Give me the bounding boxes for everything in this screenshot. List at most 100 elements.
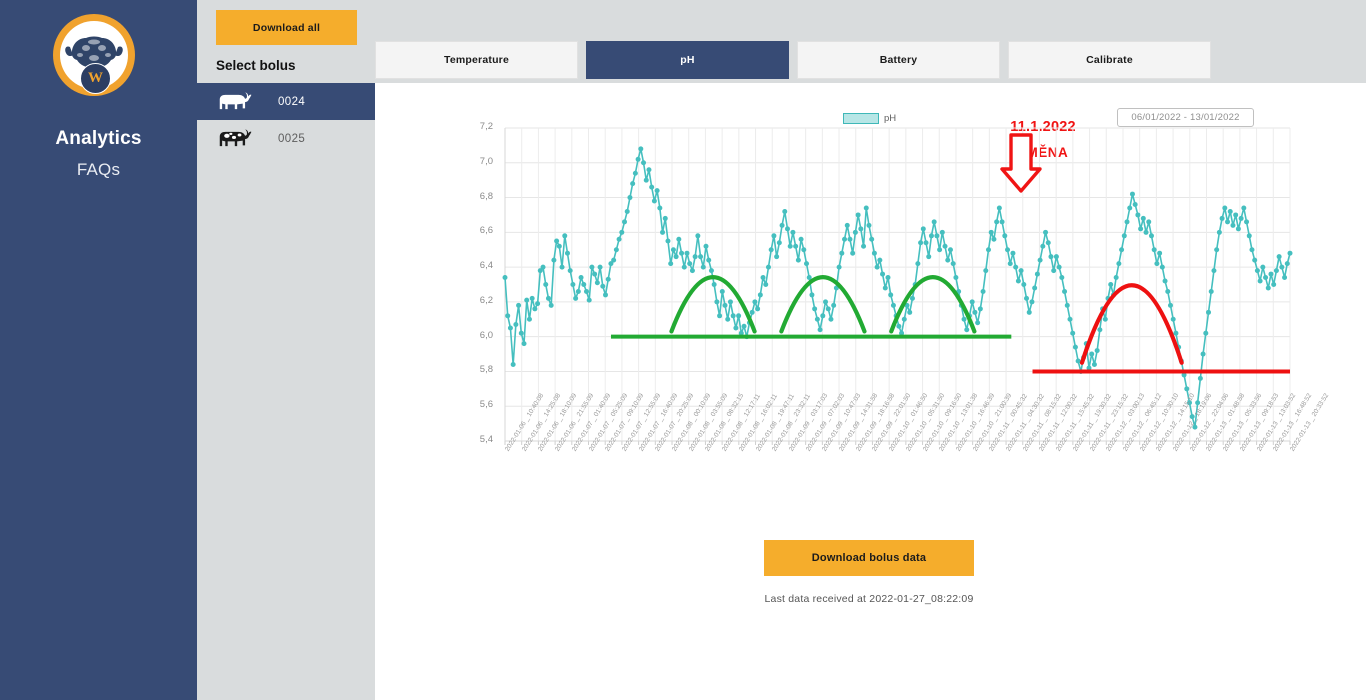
- series-point: [882, 285, 888, 291]
- series-point: [1252, 257, 1258, 263]
- bolus-list-item-0025[interactable]: 0025: [197, 120, 375, 157]
- series-point: [760, 275, 766, 281]
- series-point: [1241, 205, 1247, 211]
- series-point: [641, 160, 647, 166]
- series-point: [1233, 212, 1239, 218]
- series-point: [839, 250, 845, 256]
- series-point: [1222, 205, 1228, 211]
- series-point: [1113, 275, 1119, 281]
- tab-temperature[interactable]: Temperature: [375, 41, 578, 79]
- series-point: [1037, 257, 1043, 263]
- series-point: [817, 327, 823, 333]
- series-point: [524, 297, 530, 303]
- series-point: [831, 302, 837, 308]
- y-axis-tick: 6,6: [479, 225, 493, 237]
- series-point: [1089, 351, 1095, 357]
- series-point: [592, 271, 598, 277]
- series-point: [526, 316, 532, 322]
- ph-chart: pH 06/01/2022 - 13/01/2022 11.1.2022 ZMĚ…: [375, 83, 1366, 605]
- series-point: [1108, 282, 1114, 287]
- series-point: [934, 233, 940, 239]
- series-point: [681, 264, 687, 270]
- series-point: [1138, 226, 1144, 232]
- series-point: [1211, 268, 1217, 274]
- series-point: [727, 299, 733, 305]
- series-point: [793, 243, 799, 249]
- series-point: [575, 288, 581, 294]
- series-point: [828, 316, 834, 322]
- series-point: [1273, 268, 1279, 274]
- series-point: [1043, 229, 1049, 235]
- series-point: [850, 250, 856, 256]
- series-point: [1121, 233, 1127, 239]
- series-point: [1197, 375, 1203, 381]
- series-point: [915, 261, 921, 267]
- series-point: [662, 215, 668, 221]
- series-point: [771, 233, 777, 239]
- series-point: [1260, 264, 1266, 270]
- series-point: [660, 229, 666, 235]
- series-point: [871, 250, 877, 256]
- series-point: [985, 247, 991, 253]
- series-point: [790, 229, 796, 235]
- series-point: [1249, 247, 1255, 253]
- series-point: [942, 243, 948, 249]
- series-point: [646, 167, 652, 173]
- y-axis-tick: 5,8: [479, 364, 493, 376]
- bolus-list-item-0024[interactable]: 0024: [197, 83, 375, 120]
- series-point: [1119, 247, 1125, 253]
- nav-link-faqs[interactable]: FAQs: [0, 160, 197, 180]
- series-point: [1225, 219, 1231, 225]
- series-point: [703, 243, 709, 249]
- download-all-button[interactable]: Download all: [216, 10, 357, 45]
- tab-battery[interactable]: Battery: [797, 41, 1000, 79]
- series-point: [564, 250, 570, 256]
- series-point: [774, 254, 780, 260]
- series-point: [1140, 215, 1146, 221]
- series-point: [869, 236, 875, 242]
- series-point: [603, 292, 608, 298]
- download-bolus-data-button[interactable]: Download bolus data: [764, 540, 974, 576]
- series-point: [643, 177, 649, 183]
- series-point: [782, 208, 788, 214]
- series-point: [779, 222, 785, 228]
- select-bolus-label: Select bolus: [216, 58, 296, 73]
- series-point: [670, 247, 676, 253]
- tab-calibrate[interactable]: Calibrate: [1008, 41, 1211, 79]
- series-point: [570, 282, 576, 287]
- series-point: [586, 297, 592, 303]
- series-point: [613, 247, 619, 253]
- y-axis-tick: 6,4: [479, 260, 493, 272]
- series-point: [665, 238, 671, 244]
- series-point: [698, 254, 704, 260]
- series-point: [787, 243, 793, 249]
- series-point: [717, 313, 723, 319]
- series-point: [757, 292, 763, 298]
- series-point: [507, 325, 513, 331]
- series-point: [689, 268, 695, 274]
- series-point: [708, 268, 714, 274]
- cow-icon: [219, 129, 252, 146]
- series-point: [635, 156, 641, 162]
- series-point: [502, 275, 508, 281]
- series-point: [1276, 254, 1282, 260]
- series-point: [706, 257, 712, 263]
- series-point: [651, 198, 657, 204]
- series-point: [1127, 205, 1133, 211]
- series-point: [597, 264, 603, 270]
- series-point: [784, 226, 790, 232]
- series-point: [548, 302, 554, 308]
- series-point: [545, 295, 551, 301]
- series-point: [1154, 261, 1160, 267]
- y-axis-tick: 5,4: [479, 434, 493, 445]
- bolus-id: 0025: [278, 132, 306, 145]
- series-point: [638, 146, 644, 152]
- series-point: [1056, 264, 1062, 270]
- tab-ph[interactable]: pH: [586, 41, 789, 79]
- brand-logo: W: [53, 14, 135, 96]
- series-point: [741, 323, 747, 329]
- series-point: [763, 282, 769, 287]
- series-point: [874, 264, 880, 270]
- series-point: [847, 236, 853, 242]
- series-point: [1208, 288, 1214, 294]
